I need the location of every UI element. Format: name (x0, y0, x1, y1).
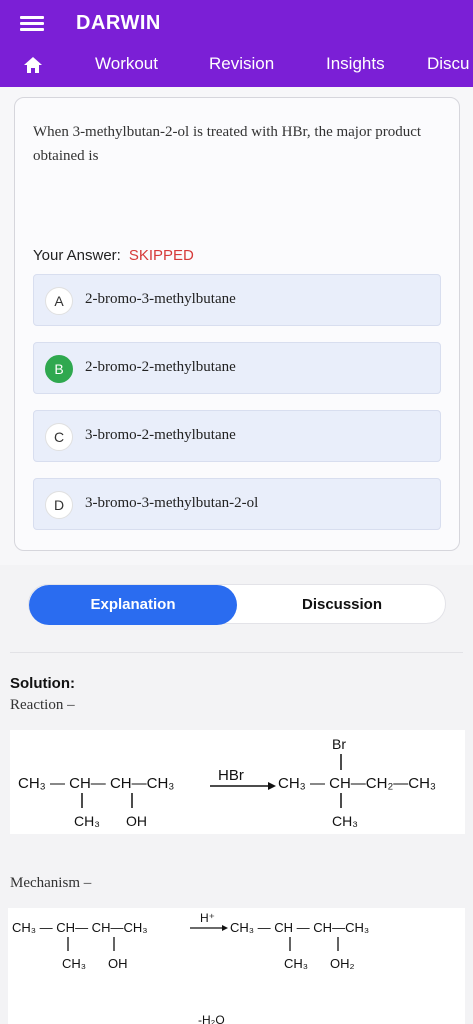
your-answer: Your Answer: SKIPPED (33, 247, 194, 264)
mechanism-next-reagent: -H₂O (198, 1013, 225, 1024)
reaction-label: Reaction – (10, 697, 75, 713)
tab-insights[interactable]: Insights (326, 54, 385, 74)
option-letter-correct: B (45, 355, 73, 383)
app-bar: DARWIN Workout Revision Insights Discu (0, 0, 473, 87)
reaction-diagram: CH₃ — CH— CH—CH₃ CH₃ OH HBr CH₃ — CH—CH₂… (10, 730, 465, 834)
option-letter: C (45, 423, 73, 451)
your-answer-value: SKIPPED (128, 247, 194, 264)
home-icon[interactable] (24, 57, 42, 73)
mechanism-left-hydroxyl: OH (108, 956, 128, 971)
product-bromo: Br (332, 736, 346, 752)
reagent-label: HBr (218, 767, 244, 784)
question-section: When 3-methylbutan-2-ol is treated with … (0, 87, 473, 565)
mechanism-diagram: CH₃ — CH— CH—CH₃ CH₃ OH H⁺ CH₃ — CH — CH… (8, 908, 465, 1024)
app-title: DARWIN (76, 12, 161, 34)
solution-label: Solution: (10, 675, 75, 692)
option-text: 2-bromo-2-methylbutane (85, 359, 236, 375)
mechanism-left-chain: CH₃ — CH— CH—CH₃ (12, 920, 148, 935)
menu-icon[interactable] (20, 13, 44, 33)
mechanism-right-oxonium: OH₂ (330, 956, 355, 971)
tab-workout[interactable]: Workout (95, 54, 158, 74)
option-b[interactable]: B 2-bromo-2-methylbutane (33, 342, 441, 394)
tab-revision[interactable]: Revision (209, 54, 274, 74)
option-text: 2-bromo-3-methylbutane (85, 291, 236, 307)
nav-tabs: Workout Revision Insights Discu (0, 46, 473, 84)
mechanism-left-methyl: CH₃ (62, 956, 86, 971)
option-a[interactable]: A 2-bromo-3-methylbutane (33, 274, 441, 326)
question-card: When 3-methylbutan-2-ol is treated with … (14, 97, 460, 551)
explanation-discussion-toggle: Explanation Discussion (28, 584, 447, 625)
reactant-methyl: CH₃ (74, 813, 100, 829)
product-chain: CH₃ — CH—CH₂—CH₃ (278, 775, 436, 792)
option-text: 3-bromo-3-methylbutan-2-ol (85, 495, 259, 511)
question-text: When 3-methylbutan-2-ol is treated with … (33, 124, 422, 164)
option-letter: A (45, 287, 73, 315)
option-c[interactable]: C 3-bromo-2-methylbutane (33, 410, 441, 462)
reactant-chain: CH₃ — CH— CH—CH₃ (18, 775, 174, 792)
divider (10, 652, 463, 653)
reactant-hydroxyl: OH (126, 813, 147, 829)
option-d[interactable]: D 3-bromo-3-methylbutan-2-ol (33, 478, 441, 530)
option-text: 3-bromo-2-methylbutane (85, 427, 236, 443)
product-methyl: CH₃ (332, 813, 358, 829)
mechanism-label: Mechanism – (10, 875, 92, 891)
your-answer-label: Your Answer: (33, 247, 121, 264)
option-letter: D (45, 491, 73, 519)
discussion-tab[interactable]: Discussion (237, 585, 447, 625)
tab-discussion[interactable]: Discu (427, 54, 470, 74)
explanation-tab[interactable]: Explanation (29, 585, 237, 625)
mechanism-right-chain: CH₃ — CH — CH—CH₃ (230, 920, 369, 935)
mechanism-reagent: H⁺ (200, 911, 215, 925)
mechanism-right-methyl: CH₃ (284, 956, 308, 971)
